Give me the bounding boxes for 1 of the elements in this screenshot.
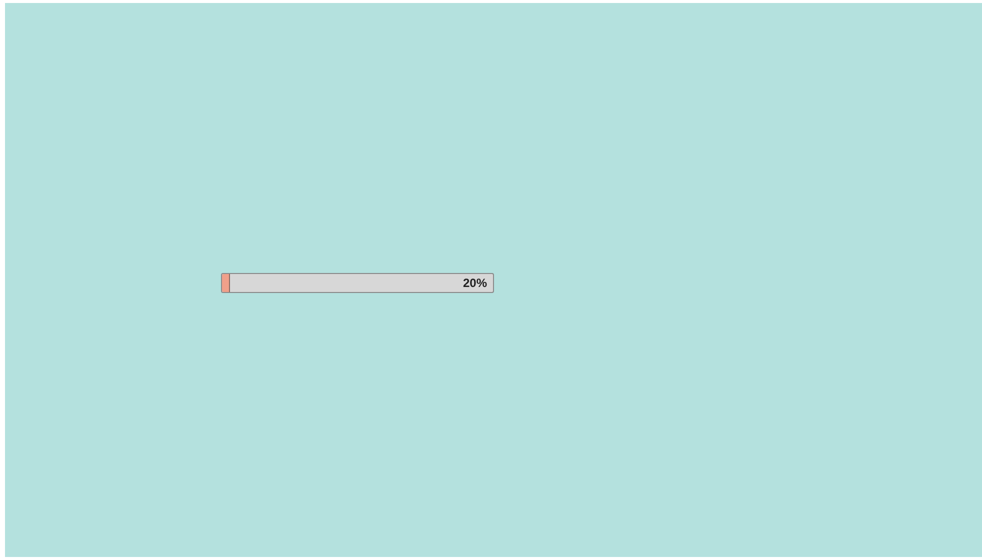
progress-reading: 20% (462, 276, 487, 288)
